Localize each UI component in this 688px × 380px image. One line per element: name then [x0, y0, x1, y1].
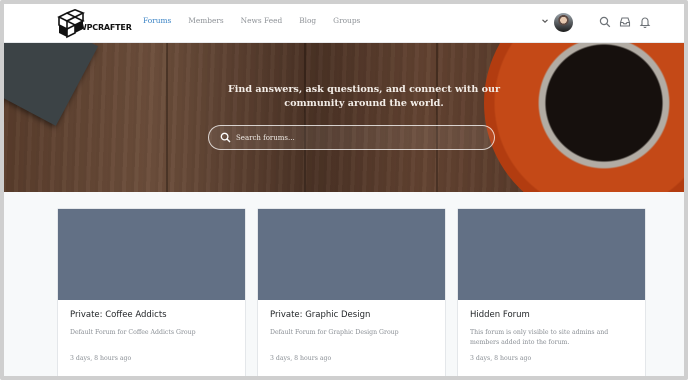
search-icon[interactable] — [599, 16, 611, 28]
forum-cover-image[interactable] — [258, 209, 445, 300]
search-icon — [220, 132, 231, 143]
forum-title[interactable]: Private: Graphic Design — [270, 310, 370, 320]
nav-groups[interactable]: Groups — [333, 16, 360, 25]
chevron-down-icon[interactable] — [541, 17, 549, 25]
site-header: WPCRAFTER Forums Members News Feed Blog … — [4, 4, 684, 43]
forum-description: This forum is only visible to site admin… — [470, 329, 609, 346]
forum-title[interactable]: Hidden Forum — [470, 310, 530, 320]
forum-timestamp: 3 days, 8 hours ago — [470, 355, 532, 362]
forum-card[interactable]: Private: Graphic Design Default Forum fo… — [257, 208, 446, 376]
hero-banner: Find answers, ask questions, and connect… — [4, 43, 684, 192]
forum-cover-image[interactable] — [458, 209, 645, 300]
bell-icon[interactable] — [639, 16, 651, 28]
forum-timestamp: 3 days, 8 hours ago — [70, 355, 132, 362]
forum-title[interactable]: Private: Coffee Addicts — [70, 310, 167, 320]
forum-list: Private: Coffee Addicts Default Forum fo… — [57, 208, 647, 376]
forum-description: Default Forum for Coffee Addicts Group — [70, 329, 196, 336]
browser-frame: WPCRAFTER Forums Members News Feed Blog … — [0, 0, 688, 380]
hero-title: Find answers, ask questions, and connect… — [227, 84, 501, 109]
forum-search[interactable] — [208, 125, 495, 150]
inbox-icon[interactable] — [619, 16, 631, 28]
logo-text: WPCRAFTER — [78, 23, 132, 32]
hero-overlay — [4, 43, 684, 192]
nav-members[interactable]: Members — [188, 16, 223, 25]
nav-news-feed[interactable]: News Feed — [241, 16, 283, 25]
forum-description: Default Forum for Graphic Design Group — [270, 329, 399, 336]
forum-card[interactable]: Private: Coffee Addicts Default Forum fo… — [57, 208, 246, 376]
site-logo[interactable]: WPCRAFTER — [56, 8, 132, 39]
nav-forums[interactable]: Forums — [143, 16, 171, 25]
search-input[interactable] — [236, 130, 476, 146]
forum-card[interactable]: Hidden Forum This forum is only visible … — [457, 208, 646, 376]
forum-cover-image[interactable] — [58, 209, 245, 300]
main-nav: Forums Members News Feed Blog Groups — [143, 16, 377, 25]
forum-timestamp: 3 days, 8 hours ago — [270, 355, 332, 362]
avatar[interactable] — [554, 13, 573, 32]
nav-blog[interactable]: Blog — [299, 16, 316, 25]
